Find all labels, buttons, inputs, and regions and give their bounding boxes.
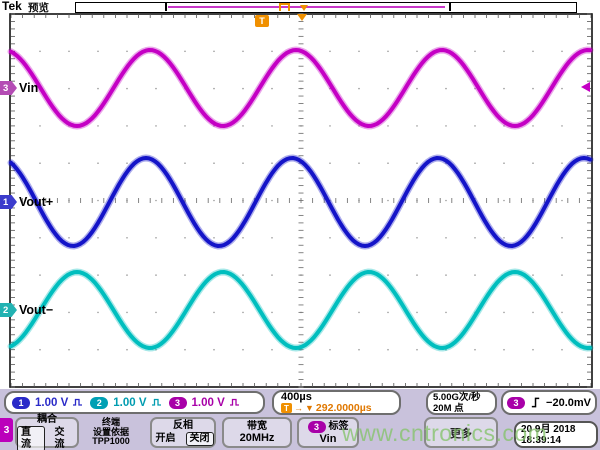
- trigger-clamp-icon: [279, 3, 290, 11]
- label-title: 标签: [329, 421, 349, 432]
- label-value: Vin: [320, 433, 337, 445]
- channel-3-coupling-icon: [230, 398, 240, 407]
- invert-menu[interactable]: 反相 开启 关闭: [150, 417, 216, 448]
- time-value: 18:39:14: [521, 435, 591, 446]
- coupling-title: 耦合: [37, 414, 57, 425]
- bandwidth-menu[interactable]: 带宽 20MHz: [222, 417, 292, 448]
- oscilloscope-screen: Tek 预览 T 3 Vin 1 Vout+ 2 Vout− 1 1.00 V …: [0, 0, 600, 450]
- label-channel-badge: 3: [308, 421, 326, 433]
- trigger-level-arrow-icon[interactable]: [581, 82, 590, 92]
- invert-title: 反相: [173, 420, 193, 431]
- channel-scale-readouts[interactable]: 1 1.00 V 2 1.00 V 3 1.00 V: [4, 391, 265, 414]
- brand-logo: Tek: [2, 0, 22, 13]
- trigger-readout[interactable]: 3 −20.0mV: [501, 390, 597, 415]
- trigger-source-badge: 3: [507, 397, 525, 409]
- label-menu[interactable]: 3 标签 Vin: [297, 417, 359, 448]
- sample-rate-value: 5.00G次/秒: [433, 392, 481, 403]
- invert-on-button[interactable]: 开启: [153, 433, 179, 445]
- coupling-ac-button[interactable]: 交流: [52, 427, 78, 450]
- trigger-t-badge: T: [281, 403, 292, 413]
- coupling-menu[interactable]: 耦合 直流 交流: [15, 417, 79, 448]
- date-value: 20 9月 2018: [521, 424, 591, 435]
- menu-channel-tab[interactable]: 3: [0, 418, 13, 442]
- top-status-bar: Tek 预览: [0, 0, 600, 13]
- waveform-overview-bar[interactable]: [75, 2, 577, 13]
- trigger-delay-readout: T → ▼ 292.0000µs: [281, 403, 372, 414]
- trigger-position-arrow-icon[interactable]: [297, 14, 307, 21]
- channel-1-scale: 1.00 V: [35, 397, 68, 409]
- invert-off-button[interactable]: 关闭: [186, 432, 214, 446]
- graticule-area: T 3 Vin 1 Vout+ 2 Vout−: [0, 13, 600, 389]
- waveform-canvas: [0, 13, 600, 389]
- channel-2-badge[interactable]: 2: [90, 397, 108, 409]
- termination-line3: TPP1000: [80, 437, 142, 447]
- timebase-value: 400µs: [281, 392, 312, 403]
- channel-1-label: Vout+: [19, 195, 53, 209]
- horizontal-readout[interactable]: 400µs T → ▼ 292.0000µs: [272, 390, 401, 415]
- channel-2-scale: 1.00 V: [113, 397, 146, 409]
- bandwidth-value: 20MHz: [240, 432, 275, 444]
- datetime-box: 20 9月 2018 18:39:14: [514, 421, 598, 448]
- trigger-delay-value: 292.0000µs: [316, 403, 372, 414]
- more-label: 更多: [450, 425, 472, 441]
- trigger-position-icon: [300, 5, 308, 11]
- bottom-panel: 1 1.00 V 2 1.00 V 3 1.00 V 400µs T → ▼ 2…: [0, 389, 600, 450]
- trigger-level-value: −20.0mV: [546, 397, 591, 409]
- channel-3-badge[interactable]: 3: [169, 397, 187, 409]
- termination-menu[interactable]: 终端 设置依据 TPP1000: [80, 418, 142, 447]
- acquisition-readout[interactable]: 5.00G次/秒 20M 点: [426, 390, 497, 415]
- channel-1-badge[interactable]: 1: [12, 397, 30, 409]
- more-button[interactable]: 更多: [424, 417, 498, 448]
- coupling-dc-button[interactable]: 直流: [17, 426, 45, 450]
- rising-edge-icon: [530, 396, 541, 409]
- delay-arrow-icon: →: [294, 403, 303, 413]
- channel-3-label: Vin: [19, 81, 38, 95]
- channel-2-coupling-icon: [152, 398, 162, 407]
- channel-1-coupling-icon: [73, 398, 83, 407]
- trigger-position-t-icon[interactable]: T: [255, 15, 269, 27]
- record-length-value: 20M 点: [433, 403, 464, 414]
- channel-2-label: Vout−: [19, 303, 53, 317]
- trigger-point-arrow-icon: ▼: [305, 403, 314, 413]
- channel-3-scale: 1.00 V: [192, 397, 225, 409]
- bandwidth-title: 带宽: [247, 421, 267, 432]
